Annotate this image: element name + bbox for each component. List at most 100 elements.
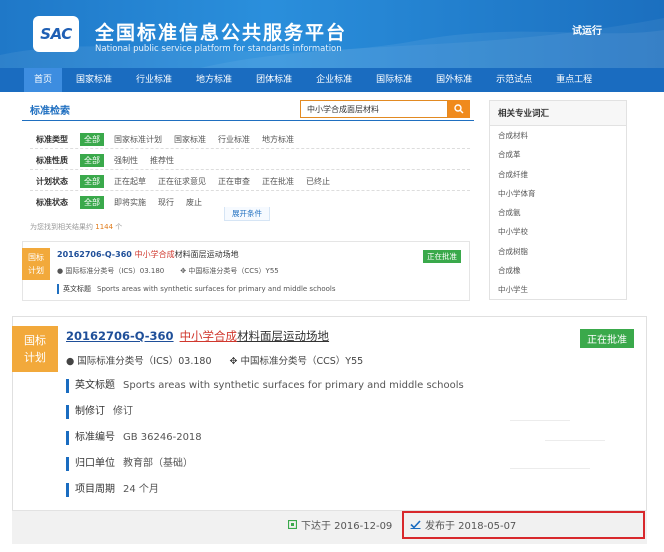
english-title-value: Sports areas with synthetic surfaces for…	[97, 285, 336, 293]
related-term-link[interactable]: 合成纤维	[490, 165, 626, 184]
issued-date: 下达于 2016-12-09	[288, 517, 392, 532]
search-icon	[454, 104, 464, 114]
result-title-link[interactable]: 20162706-Q-360 中小学合成材料面层运动场地	[57, 249, 239, 260]
nav-enterprise[interactable]: 企业标准	[306, 68, 362, 92]
nav-national[interactable]: 国家标准	[66, 68, 122, 92]
filter-option[interactable]: 国家标准计划	[114, 134, 162, 145]
detail-label: 项目周期	[75, 484, 115, 495]
filter-option[interactable]: 现行	[158, 197, 174, 208]
nav-industry[interactable]: 行业标准	[126, 68, 182, 92]
detail-value: 修订	[113, 406, 133, 417]
ccs-text: 中国标准分类号（CCS）Y55	[240, 356, 364, 367]
site-header: SAC 全国标准信息公共服务平台 National public service…	[0, 0, 664, 68]
result-title-highlight: 中小学合成	[179, 329, 238, 343]
calendar-icon	[288, 520, 297, 529]
detail-row-project-cycle: 项目周期 24 个月	[66, 483, 159, 497]
related-term-link[interactable]: 合成材料	[490, 126, 626, 145]
related-term-link[interactable]: 合成橡	[490, 261, 626, 280]
filter-all-button[interactable]: 全部	[80, 196, 104, 209]
english-title-label: 英文标题	[63, 285, 91, 293]
nav-home[interactable]: 首页	[24, 68, 63, 92]
filter-option[interactable]: 正在审查	[218, 176, 250, 187]
filter-label: 标准状态	[36, 198, 68, 207]
divider	[30, 169, 470, 170]
detail-value: GB 36246-2018	[123, 432, 202, 443]
nav-international[interactable]: 国际标准	[366, 68, 422, 92]
english-title-row: 英文标题 Sports areas with synthetic surfaces…	[57, 284, 336, 294]
filter-option[interactable]: 已终止	[306, 176, 330, 187]
filter-option[interactable]: 强制性	[114, 155, 138, 166]
related-term-link[interactable]: 中小学校	[490, 222, 626, 241]
filter-option[interactable]: 国家标准	[174, 134, 206, 145]
detail-label: 制修订	[75, 406, 105, 417]
search-button[interactable]	[448, 100, 470, 118]
filter-option[interactable]: 正在起草	[114, 176, 146, 187]
sac-logo[interactable]: SAC	[33, 16, 79, 52]
detail-value: Sports areas with synthetic surfaces for…	[123, 380, 464, 391]
filter-all-button[interactable]: 全部	[80, 175, 104, 188]
filter-standard-status: 标准状态 全部 即将实施 现行 废止	[36, 196, 214, 209]
status-badge: 正在批准	[580, 329, 634, 348]
site-subtitle: National public service platform for sta…	[95, 44, 342, 54]
filter-label: 计划状态	[36, 177, 68, 186]
filter-all-button[interactable]: 全部	[80, 154, 104, 167]
detail-row-standard-number: 标准编号 GB 36246-2018	[66, 431, 202, 445]
filter-all-button[interactable]: 全部	[80, 133, 104, 146]
ics-classification: ● 国际标准分类号（ICS）03.180	[66, 353, 212, 367]
filter-option[interactable]: 推荐性	[150, 155, 174, 166]
filter-label: 标准类型	[36, 135, 68, 144]
status-badge: 正在批准	[423, 250, 461, 263]
filter-standard-nature: 标准性质 全部 强制性 推荐性	[36, 154, 186, 167]
filter-option[interactable]: 正在征求意见	[158, 176, 206, 187]
result-count-prefix: 为您找到相关结果约	[30, 223, 93, 231]
result-classification: ● 国际标准分类号（ICS）03.180 ✥ 中国标准分类号（CCS）Y55	[66, 353, 363, 367]
filter-standard-type: 标准类型 全部 国家标准计划 国家标准 行业标准 地方标准	[36, 133, 306, 146]
trial-label: 试运行	[572, 26, 602, 37]
related-term-link[interactable]: 中小学体育	[490, 184, 626, 203]
issued-date-text: 下达于 2016-12-09	[301, 521, 393, 532]
result-title-link[interactable]: 20162706-Q-360 中小学合成材料面层运动场地	[66, 328, 329, 344]
result-type-tag: 国标 计划	[12, 326, 58, 372]
ccs-text: 中国标准分类号（CCS）Y55	[188, 267, 279, 275]
divider	[545, 440, 605, 441]
related-term-link[interactable]: 中小学生	[490, 280, 626, 299]
main-nav: 首页 国家标准 行业标准 地方标准 团体标准 企业标准 国际标准 国外标准 示范…	[0, 68, 664, 92]
filter-option[interactable]: 行业标准	[218, 134, 250, 145]
logo-text: SAC	[40, 25, 72, 43]
expand-conditions-button[interactable]: 展开条件	[224, 207, 270, 221]
filter-option[interactable]: 正在批准	[262, 176, 294, 187]
result-title-text: 材料面层运动场地	[174, 250, 239, 259]
divider	[510, 468, 590, 469]
result-code: 20162706-Q-360	[57, 250, 132, 259]
diamond-icon: ✥	[229, 356, 238, 367]
result-type-tag: 国标 计划	[22, 248, 50, 280]
tag-line: 计划	[24, 351, 46, 364]
globe-icon: ●	[66, 356, 75, 367]
detail-value: 教育部（基础）	[123, 458, 193, 469]
related-term-link[interactable]: 合成氨	[490, 203, 626, 222]
ics-text: 国际标准分类号（ICS）03.180	[77, 356, 212, 367]
result-count-number: 1144	[95, 223, 114, 231]
filter-option[interactable]: 废止	[186, 197, 202, 208]
filter-option[interactable]: 地方标准	[262, 134, 294, 145]
ics-text: 国际标准分类号（ICS）03.180	[65, 267, 165, 275]
filter-plan-status: 计划状态 全部 正在起草 正在征求意见 正在审查 正在批准 已终止	[36, 175, 342, 188]
nav-foreign[interactable]: 国外标准	[426, 68, 482, 92]
search-section-title: 标准检索	[30, 106, 70, 117]
tag-line: 计划	[28, 266, 44, 275]
result-code: 20162706-Q-360	[66, 329, 174, 343]
filter-label: 标准性质	[36, 156, 68, 165]
divider	[30, 190, 470, 191]
nav-demo[interactable]: 示范试点	[486, 68, 542, 92]
diamond-icon: ✥	[180, 267, 187, 275]
search-input[interactable]: 中小学合成面层材料	[300, 100, 448, 118]
nav-local[interactable]: 地方标准	[186, 68, 242, 92]
related-term-link[interactable]: 合成树脂	[490, 242, 626, 261]
site-title: 全国标准信息公共服务平台	[95, 22, 348, 44]
related-terms-panel: 相关专业词汇 合成材料 合成革 合成纤维 中小学体育 合成氨 中小学校 合成树脂…	[489, 100, 627, 300]
related-term-link[interactable]: 合成革	[490, 145, 626, 164]
nav-key-projects[interactable]: 重点工程	[546, 68, 602, 92]
filter-option[interactable]: 即将实施	[114, 197, 146, 208]
nav-group[interactable]: 团体标准	[246, 68, 302, 92]
detail-row-english-title: 英文标题 Sports areas with synthetic surfaces…	[66, 379, 464, 393]
